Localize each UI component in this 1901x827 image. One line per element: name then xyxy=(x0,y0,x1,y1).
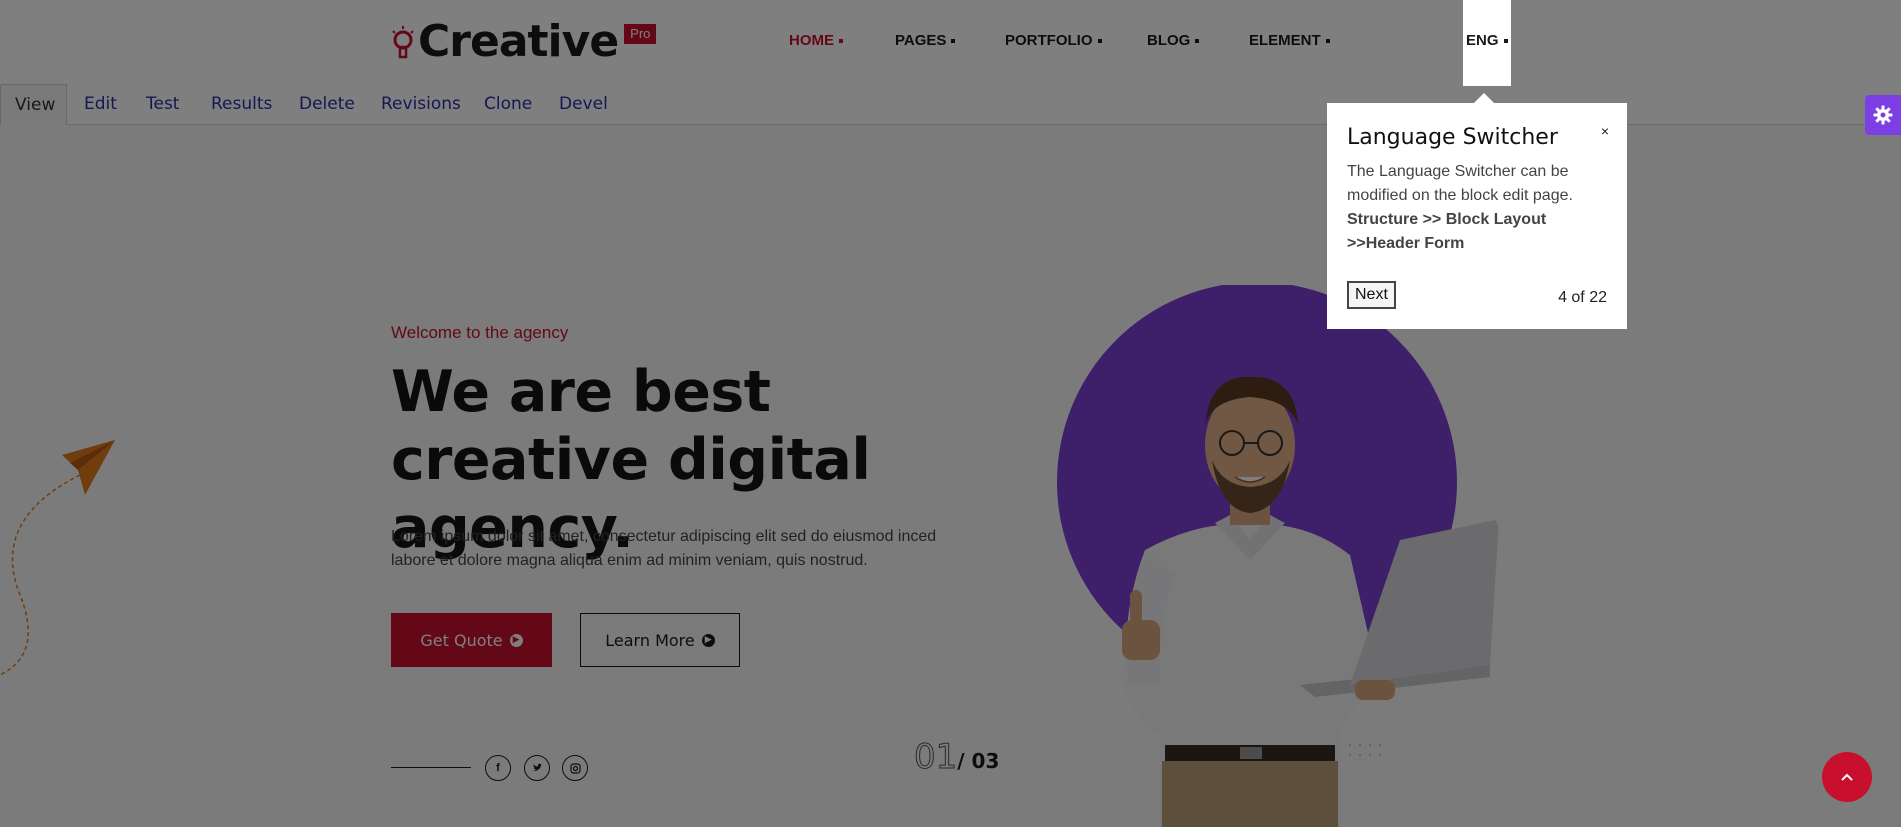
tour-popover: Language Switcher × The Language Switche… xyxy=(1327,103,1627,329)
tour-progress: 4 of 22 xyxy=(1558,289,1607,306)
popover-arrow xyxy=(1474,93,1494,103)
close-icon[interactable]: × xyxy=(1601,123,1609,139)
chevron-up-icon xyxy=(1841,773,1853,781)
settings-button[interactable] xyxy=(1865,95,1901,135)
popover-title: Language Switcher xyxy=(1347,125,1558,150)
nav-dropdown-dot xyxy=(1503,39,1508,44)
popover-body: The Language Switcher can be modified on… xyxy=(1347,163,1573,204)
next-button[interactable]: Next xyxy=(1347,281,1396,309)
popover-path: Structure >> Block Layout >>Header Form xyxy=(1347,211,1547,252)
language-label: ENG xyxy=(1466,32,1499,49)
language-switcher[interactable]: ENG xyxy=(1466,31,1508,51)
gear-icon xyxy=(1873,105,1893,125)
scroll-to-top-button[interactable] xyxy=(1822,752,1872,802)
